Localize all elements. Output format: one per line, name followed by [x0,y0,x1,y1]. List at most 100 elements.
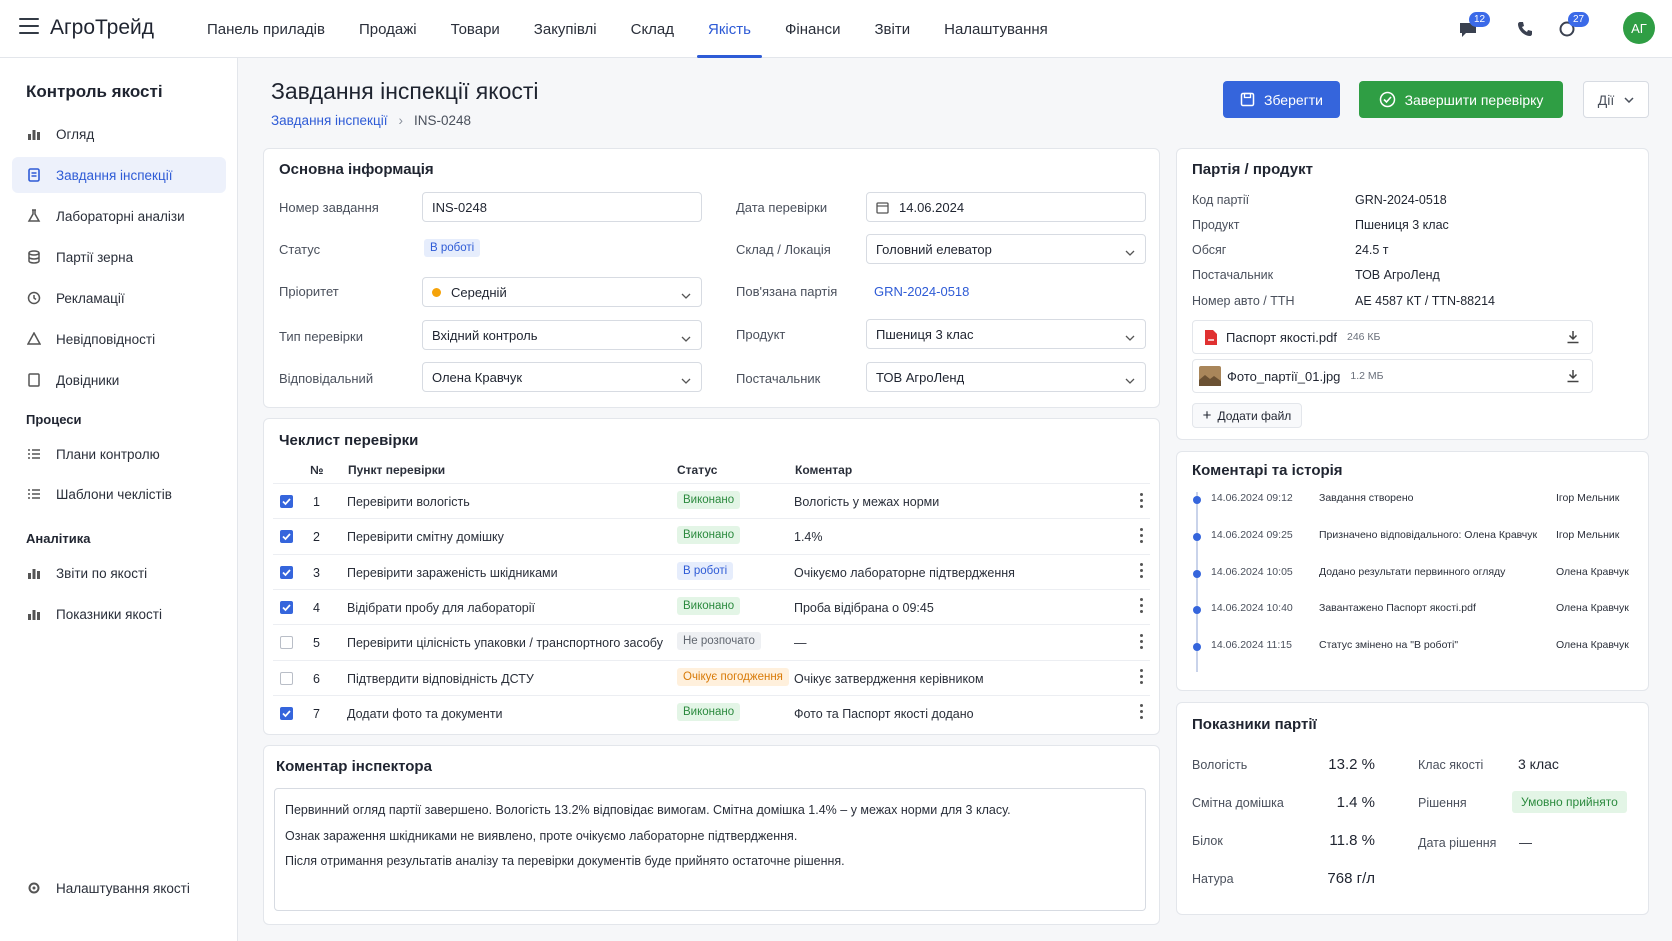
check-circle-icon [1379,91,1396,108]
more-vertical-icon[interactable] [1135,701,1147,723]
sidebar-item-overview[interactable]: Огляд [12,116,226,152]
app-title[interactable]: АгроТрейд [50,16,154,40]
row-item: Відібрати пробу для лабораторії [347,600,535,615]
row-item: Перевірити вологість [347,495,470,509]
nav-settings[interactable]: Налаштування [927,0,1065,58]
clock-icon [26,290,42,306]
row-checkbox[interactable] [280,636,293,650]
breadcrumb-parent-link[interactable]: Завдання інспекції [271,113,387,128]
nav-products[interactable]: Товари [434,0,517,58]
row-checkbox[interactable] [280,565,293,579]
responsible-select[interactable]: Олена Кравчук [422,362,702,392]
table-row[interactable]: 5 Перевірити цілісність упаковки / трансп… [273,624,1150,659]
sidebar-item-references[interactable]: Довідники [12,362,226,398]
sidebar-item-inspections[interactable]: Завдання інспекції [12,157,226,193]
sidebar-item-batches[interactable]: Партії зерна [12,239,226,275]
status-badge: В роботі [424,239,481,257]
metric-label: Вологість [1192,758,1248,772]
location-select[interactable]: Головний елеватор [866,234,1146,264]
nav-dashboard[interactable]: Панель приладів [190,0,342,58]
row-checkbox[interactable] [280,495,293,508]
event-text: Завантажено Паспорт якості.pdf [1319,602,1476,615]
more-vertical-icon[interactable] [1135,630,1147,652]
sidebar-item-label: Невідповідності [56,331,156,347]
event-text: Додано результати первинного огляду [1319,565,1506,578]
product-select[interactable]: Пшениця 3 клас [866,319,1146,349]
save-button[interactable]: Зберегти [1223,81,1340,118]
row-checkbox[interactable] [280,706,293,720]
nav-finance[interactable]: Фінанси [768,0,858,58]
inspector-comment-textarea[interactable]: Первинний огляд партії завершено. Вологі… [274,788,1146,911]
row-comment: Очікуємо лабораторне підтвердження [794,565,1015,580]
nav-sales[interactable]: Продажі [342,0,434,58]
row-status-badge: Не розпочато [677,632,761,651]
col-num: № [310,463,324,477]
chat-icon[interactable]: 12 [1453,12,1491,44]
sidebar-item-lab-analysis[interactable]: Лабораторні аналізи [12,198,226,234]
nav-warehouse[interactable]: Склад [614,0,691,58]
table-row[interactable]: 4 Відібрати пробу для лабораторії Виконано… [273,588,1150,624]
row-number: 4 [313,600,320,615]
actions-dropdown[interactable]: Дії [1583,81,1649,118]
priority-label: Пріоритет [279,284,339,299]
sidebar-item-nonconformities[interactable]: Невідповідності [12,321,226,357]
row-checkbox[interactable] [280,671,293,685]
decision-date-label: Дата рішення [1418,836,1497,850]
check-type-select[interactable]: Вхідний контроль [422,320,702,350]
batch-link[interactable]: GRN-2024-0518 [874,284,969,299]
page-title: Завдання інспекції якості [271,78,539,104]
more-vertical-icon[interactable] [1135,489,1147,511]
sidebar-item-label: Завдання інспекції [56,167,173,183]
file-item[interactable]: Фото_партії_01.jpg 1.2 МБ [1192,359,1593,393]
nav-quality[interactable]: Якість [691,0,768,58]
col-status: Статус [677,463,718,477]
row-checkbox[interactable] [280,600,293,614]
download-icon[interactable] [1566,330,1580,349]
batch-product-label: Продукт [1192,218,1240,232]
row-comment: Фото та Паспорт якості додано [794,706,974,721]
task-number-field[interactable]: INS-0248 [422,192,702,222]
sidebar-item-control-plans[interactable]: Плани контролю [12,436,226,472]
table-row[interactable]: 6 Підтвердити відповідність ДСТУ Очікує по… [273,659,1150,695]
metric-label: Білок [1192,834,1223,848]
date-field[interactable]: 14.06.2024 [866,192,1146,222]
add-file-button[interactable]: + Додати файл [1192,403,1302,428]
sidebar: Контроль якості Огляд Завдання інспекції… [0,58,238,941]
more-vertical-icon[interactable] [1135,595,1147,617]
table-row[interactable]: 1 Перевірити вологість Виконано Вологість у… [273,483,1150,518]
metric-value: 1.4 % [1336,794,1375,811]
row-checkbox[interactable] [280,530,293,544]
chevron-down-icon [681,287,691,302]
avatar[interactable]: АГ [1623,12,1655,44]
file-item[interactable]: Паспорт якості.pdf 246 КБ [1192,320,1593,354]
table-row[interactable]: 2 Перевірити смітну домішку Виконано 1.4% [273,518,1150,553]
table-row[interactable]: 7 Додати фото та документи Виконано Фото та… [273,694,1150,730]
table-row[interactable]: 3 Перевірити зараженість шкідниками В робо… [273,553,1150,589]
sidebar-item-quality-settings[interactable]: Налаштування якості [12,870,226,906]
batch-volume-value: 24.5 т [1355,243,1389,257]
sidebar-item-claims[interactable]: Рекламації [12,280,226,316]
priority-select[interactable]: Середній [422,277,702,307]
menu-icon[interactable] [19,18,39,34]
phone-icon[interactable] [1510,14,1540,44]
row-number: 7 [313,706,320,721]
sidebar-item-quality-metrics[interactable]: Показники якості [12,596,226,632]
more-vertical-icon[interactable] [1135,524,1147,546]
sidebar-item-label: Звіти по якості [56,565,148,581]
batch-supplier-label: Постачальник [1192,268,1274,282]
sidebar-item-checklist-templates[interactable]: Шаблони чеклістів [12,476,226,512]
more-vertical-icon[interactable] [1135,560,1147,582]
batch-title: Партія / продукт [1192,161,1313,178]
save-icon [1240,92,1255,107]
more-vertical-icon[interactable] [1135,666,1147,688]
supplier-select[interactable]: ТОВ АгроЛенд [866,362,1146,392]
refresh-icon[interactable]: 27 [1552,12,1590,44]
event-user: Олена Кравчук [1556,565,1629,578]
nav-purchases[interactable]: Закупівлі [517,0,614,58]
nav-reports[interactable]: Звіти [857,0,927,58]
row-number: 1 [313,495,320,509]
complete-check-button[interactable]: Завершити перевірку [1359,81,1563,118]
sidebar-item-quality-reports[interactable]: Звіти по якості [12,555,226,591]
row-status-badge: Очікує погодження [677,667,789,686]
download-icon[interactable] [1566,369,1580,388]
